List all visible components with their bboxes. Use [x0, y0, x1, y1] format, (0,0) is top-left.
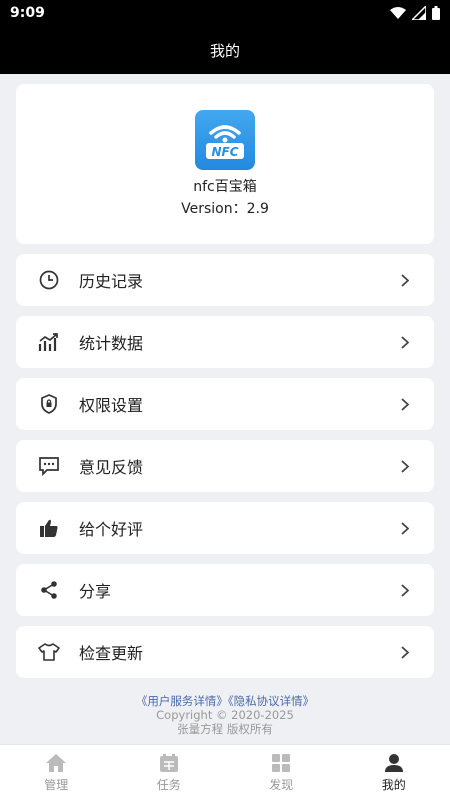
nfc-logo-icon: NFC	[206, 125, 244, 159]
chevron-right-icon	[398, 273, 412, 287]
message-icon	[38, 455, 60, 477]
tab-label: 任务	[156, 777, 181, 792]
chart-icon	[38, 331, 60, 353]
battery-icon	[432, 6, 440, 20]
tab-mine[interactable]: 我的	[338, 745, 450, 800]
status-icons	[390, 6, 440, 20]
tab-manage[interactable]: 管理	[0, 745, 113, 800]
chevron-right-icon	[398, 521, 412, 535]
menu-label: 统计数据	[79, 334, 144, 353]
app-logo: NFC	[195, 110, 255, 170]
wifi-icon	[390, 6, 406, 19]
menu-label: 意见反馈	[79, 458, 144, 477]
app-name: nfc百宝箱	[193, 179, 257, 195]
menu-label: 检查更新	[79, 644, 144, 663]
clock-icon	[38, 269, 60, 291]
menu-label: 分享	[79, 582, 112, 601]
shirt-icon	[38, 641, 60, 663]
page-title: 我的	[209, 41, 240, 60]
share-icon	[38, 579, 60, 601]
status-bar: 9:09	[0, 0, 450, 26]
chevron-right-icon	[398, 583, 412, 597]
menu-item-feedback[interactable]: 意见反馈	[16, 440, 434, 492]
owner-text: 张量方程 版权所有	[177, 722, 273, 736]
menu-item-statistics[interactable]: 统计数据	[16, 316, 434, 368]
signal-icon	[412, 6, 426, 20]
chevron-right-icon	[398, 645, 412, 659]
policy-links[interactable]: 《用户服务详情》《隐私协议详情》	[0, 694, 450, 708]
menu-label: 历史记录	[79, 272, 144, 291]
title-bar: 我的	[0, 26, 450, 74]
discover-icon	[272, 753, 291, 772]
footer: 《用户服务详情》《隐私协议详情》 Copyright © 2020-2025 张…	[0, 694, 450, 736]
menu-label: 权限设置	[79, 396, 144, 415]
chevron-right-icon	[398, 459, 412, 473]
tab-label: 发现	[269, 777, 294, 792]
tab-label: 管理	[44, 777, 69, 792]
thumbs-up-icon	[38, 517, 60, 539]
menu-item-check-update[interactable]: 检查更新	[16, 626, 434, 678]
chevron-right-icon	[398, 397, 412, 411]
tab-label: 我的	[381, 777, 406, 792]
tab-discover[interactable]: 发现	[225, 745, 338, 800]
menu-item-history[interactable]: 历史记录	[16, 254, 434, 306]
home-icon	[46, 753, 67, 772]
profile-icon	[384, 753, 403, 772]
bottom-tab-bar: 管理 任务 发现 我的	[0, 744, 450, 800]
status-time: 9:09	[10, 5, 45, 21]
task-icon	[159, 753, 178, 772]
copyright-text: Copyright © 2020-2025	[156, 708, 294, 722]
menu-label: 给个好评	[79, 520, 144, 539]
chevron-right-icon	[398, 335, 412, 349]
app-version: Version：2.9	[181, 201, 269, 217]
menu-item-rate[interactable]: 给个好评	[16, 502, 434, 554]
menu-item-permissions[interactable]: 权限设置	[16, 378, 434, 430]
shield-icon	[38, 393, 60, 415]
menu-item-share[interactable]: 分享	[16, 564, 434, 616]
tab-tasks[interactable]: 任务	[113, 745, 226, 800]
logo-text: NFC	[211, 145, 238, 159]
app-info-card: NFC nfc百宝箱 Version：2.9	[16, 84, 434, 244]
